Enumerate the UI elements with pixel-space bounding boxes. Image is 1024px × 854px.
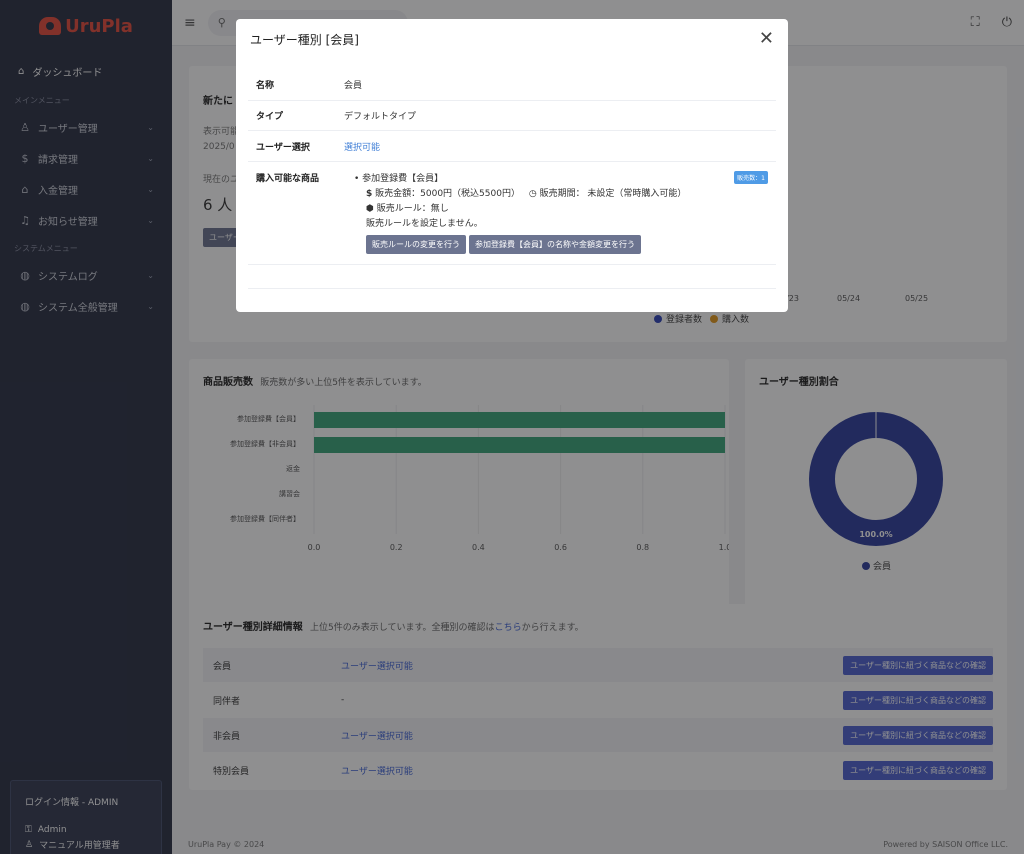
detail-key: タイプ: [256, 112, 284, 122]
product-price: 販売金額：5000円（税込5500円）: [375, 189, 520, 199]
product-actions: 販売ルールの変更を行う 参加登録費【会員】の名称や金額変更を行う: [354, 235, 776, 254]
clock-icon: ◷: [528, 189, 537, 199]
detail-row-name: 名称 会員: [248, 69, 776, 101]
product-name: 参加登録費【会員】: [362, 174, 444, 184]
product-period: 販売期間： 未設定（常時購入可能）: [539, 189, 687, 199]
change-rule-button[interactable]: 販売ルールの変更を行う: [366, 235, 466, 254]
detail-row-select: ユーザー選択 選択可能: [248, 131, 776, 162]
sales-count-badge: 販売数：1: [734, 171, 768, 184]
select-possible-link[interactable]: 選択可能: [344, 140, 776, 153]
dollar-icon: $: [366, 189, 373, 199]
product-item: • 参加登録費【会員】: [354, 174, 444, 184]
modal-title: ユーザー種別 [会員]: [250, 32, 359, 47]
product-list: • 参加登録費【会員】 $ 販売金額：5000円（税込5500円） ◷ 販売期間…: [344, 171, 776, 264]
product-rule: 販売ルール：無し: [376, 204, 449, 214]
detail-key: 購入可能な商品: [256, 174, 320, 184]
detail-key: 名称: [256, 81, 275, 91]
detail-value: デフォルトタイプ: [344, 112, 417, 122]
modal-header: ユーザー種別 [会員] ✕: [236, 19, 788, 59]
modal-spacer-row: [248, 265, 776, 289]
usertype-modal: ユーザー種別 [会員] ✕ 名称 会員 タイプ デフォルトタイプ ユーザー選択 …: [236, 19, 788, 312]
product-rule-note: 販売ルールを設定しません。: [366, 219, 483, 229]
detail-row-type: タイプ デフォルトタイプ: [248, 101, 776, 131]
product-price-row: $ 販売金額：5000円（税込5500円） ◷ 販売期間： 未設定（常時購入可能…: [354, 186, 776, 201]
detail-row-products: 購入可能な商品 • 参加登録費【会員】 $ 販売金額：5000円（税込5500円…: [248, 162, 776, 265]
close-icon[interactable]: ✕: [759, 30, 774, 48]
product-rule-row: ⬢ 販売ルール：無し: [354, 201, 776, 216]
edit-product-button[interactable]: 参加登録費【会員】の名称や金額変更を行う: [469, 235, 641, 254]
detail-key: ユーザー選択: [256, 142, 310, 153]
cube-icon: ⬢: [366, 204, 374, 214]
detail-value: 会員: [344, 81, 363, 91]
